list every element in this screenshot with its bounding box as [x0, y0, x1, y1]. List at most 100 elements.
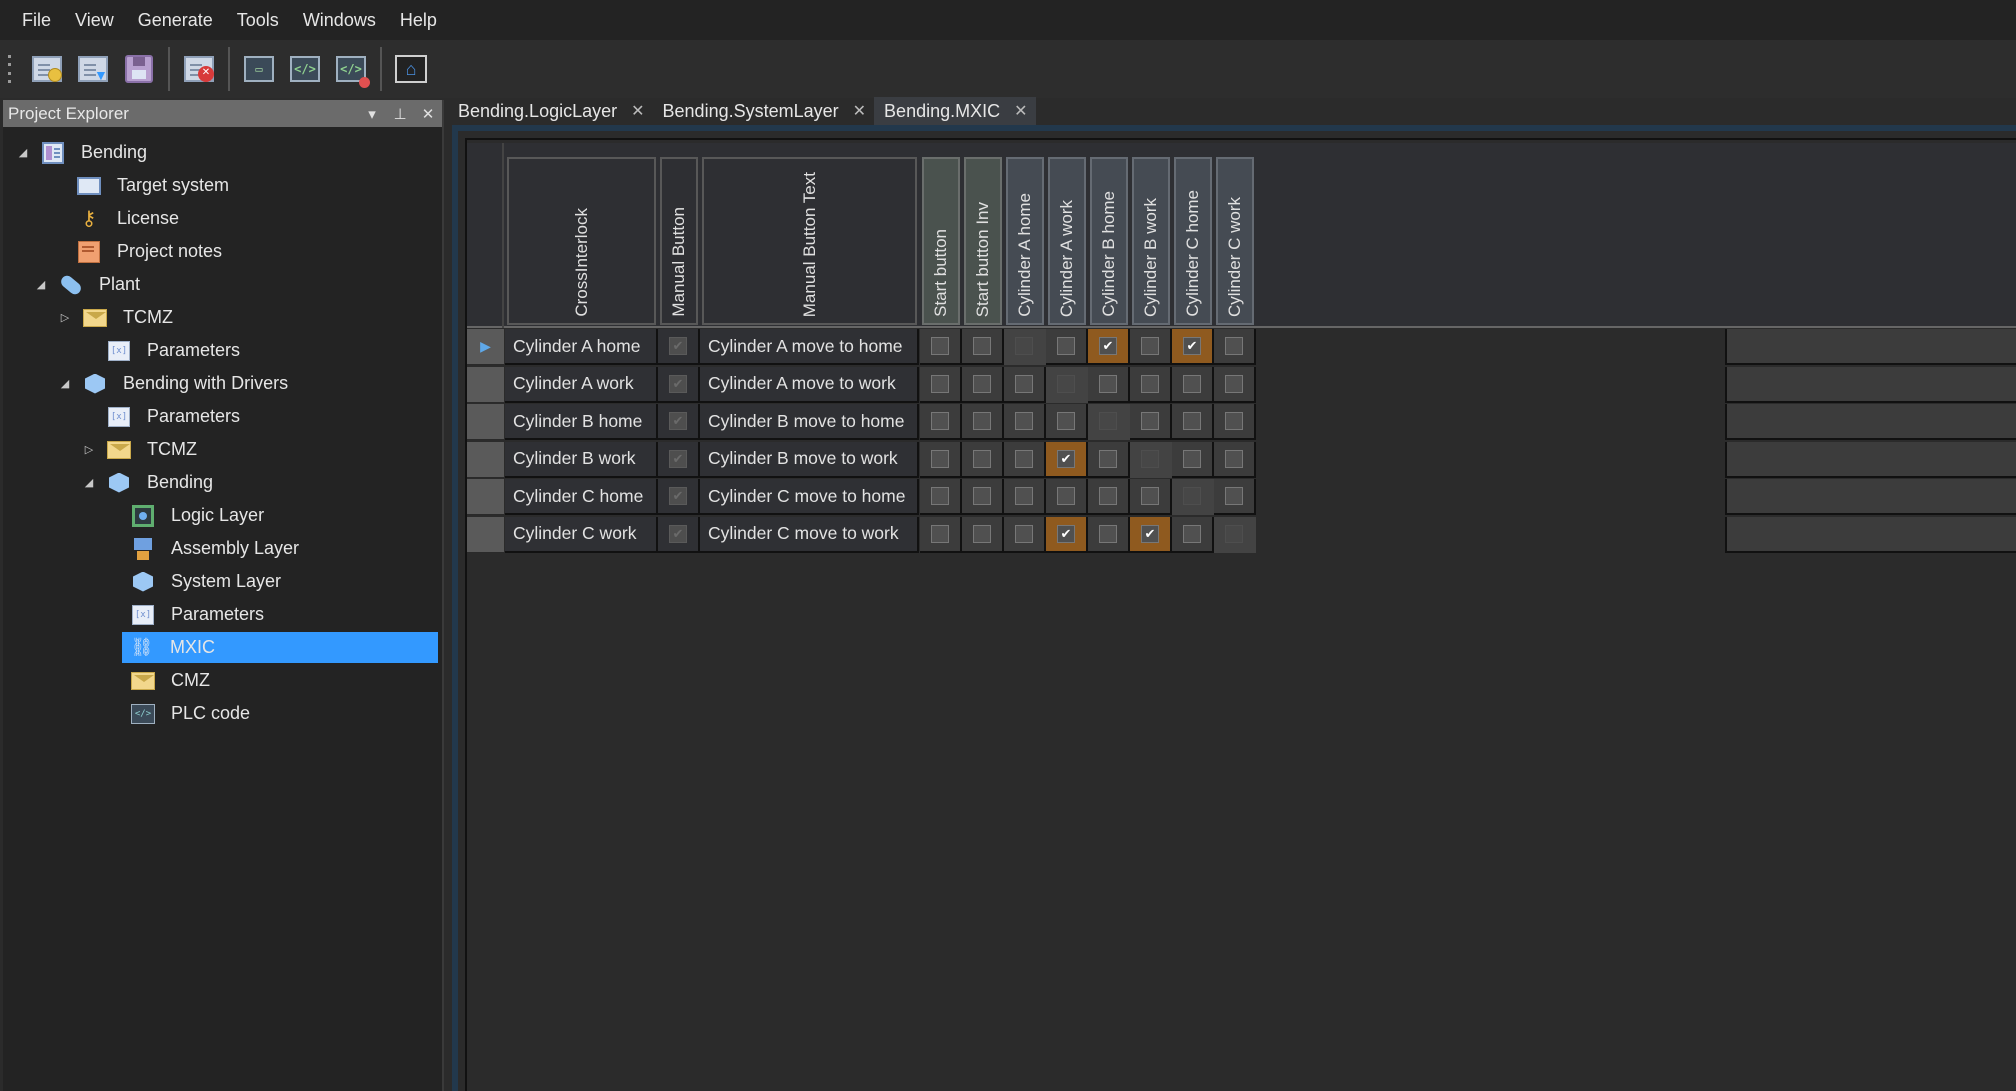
close-tab-icon[interactable]: ✕: [631, 101, 644, 121]
menu-help[interactable]: Help: [388, 0, 449, 40]
interlock-checkbox[interactable]: [973, 487, 991, 505]
interlock-cell[interactable]: [1004, 366, 1046, 403]
manual-button-checkbox[interactable]: ✔: [669, 449, 687, 468]
interlock-cell[interactable]: [962, 441, 1004, 478]
interlock-cell[interactable]: [962, 329, 1004, 365]
row-selector[interactable]: [467, 479, 504, 515]
manual-button-cell[interactable]: ✔: [658, 479, 700, 515]
tree-item-project-notes[interactable]: Project notes: [51, 236, 222, 267]
menu-file[interactable]: File: [10, 0, 63, 40]
interlock-checkbox[interactable]: [1225, 337, 1243, 355]
manual-button-checkbox[interactable]: ✔: [669, 412, 687, 430]
tree-item-parameters[interactable]: [x] Parameters: [81, 401, 240, 432]
interlock-cell[interactable]: [1088, 441, 1130, 478]
row-selector[interactable]: [467, 366, 504, 403]
collapse-arrow-icon[interactable]: ◢: [57, 377, 73, 390]
manual-button-text-cell[interactable]: Cylinder C move to home: [700, 479, 919, 515]
tree-item-plc-code[interactable]: </> PLC code: [105, 698, 250, 729]
manual-button-checkbox[interactable]: ✔: [669, 487, 687, 505]
row-selector[interactable]: ▶: [467, 329, 504, 365]
interlock-cell[interactable]: [1172, 404, 1214, 440]
interlock-cell[interactable]: [920, 329, 962, 365]
interlock-checkbox[interactable]: [1141, 487, 1159, 505]
interlock-checkbox[interactable]: [1225, 374, 1243, 393]
close-tab-icon[interactable]: ✕: [853, 101, 866, 121]
crossinterlock-cell[interactable]: Cylinder C home: [505, 479, 658, 515]
tree-item-bending-with-drivers[interactable]: ◢ Bending with Drivers: [57, 368, 288, 399]
interlock-checkbox[interactable]: [1141, 374, 1159, 393]
interlock-checkbox[interactable]: [931, 524, 949, 543]
crossinterlock-cell[interactable]: Cylinder C work: [505, 516, 658, 553]
interlock-cell[interactable]: [920, 441, 962, 478]
interlock-cell[interactable]: [962, 516, 1004, 553]
interlock-checkbox[interactable]: [973, 374, 991, 393]
home-button[interactable]: ⌂: [394, 52, 428, 86]
interlock-checkbox[interactable]: [973, 412, 991, 430]
tree-item-parameters[interactable]: [x] Parameters: [81, 335, 240, 366]
column-header-cylinder-c-home[interactable]: Cylinder C home: [1174, 157, 1212, 325]
interlock-cell[interactable]: ✔: [1130, 516, 1172, 553]
interlock-checkbox[interactable]: [973, 449, 991, 468]
tree-item-logic-layer[interactable]: Logic Layer: [105, 500, 264, 531]
expand-arrow-icon[interactable]: ▷: [81, 443, 97, 456]
interlock-checkbox[interactable]: [1183, 412, 1201, 430]
column-header-cylinder-b-home[interactable]: Cylinder B home: [1090, 157, 1128, 325]
interlock-checkbox[interactable]: [931, 487, 949, 505]
tab-bending-mxic[interactable]: Bending.MXIC ✕: [874, 97, 1036, 125]
interlock-checkbox[interactable]: [1015, 487, 1033, 505]
interlock-cell[interactable]: ✔: [1046, 441, 1088, 478]
interlock-cell[interactable]: [920, 479, 962, 515]
column-header-start-button[interactable]: Start button: [922, 157, 960, 325]
tree-item-license[interactable]: ⚷ License: [51, 203, 179, 234]
manual-button-text-cell[interactable]: Cylinder B move to work: [700, 441, 919, 478]
menu-view[interactable]: View: [63, 0, 126, 40]
interlock-cell[interactable]: [962, 366, 1004, 403]
row-selector[interactable]: [467, 516, 504, 553]
collapse-arrow-icon[interactable]: ◢: [33, 278, 49, 291]
crossinterlock-cell[interactable]: Cylinder A home: [505, 329, 658, 365]
interlock-cell[interactable]: [1088, 479, 1130, 515]
collapse-arrow-icon[interactable]: ◢: [81, 476, 97, 489]
interlock-checkbox[interactable]: [1099, 449, 1117, 468]
expand-arrow-icon[interactable]: ▷: [57, 311, 73, 324]
manual-button-checkbox[interactable]: ✔: [669, 374, 687, 393]
interlock-cell[interactable]: ✔: [1046, 516, 1088, 553]
interlock-cell[interactable]: [1214, 441, 1256, 478]
interlock-checkbox[interactable]: [1015, 524, 1033, 543]
manual-button-text-cell[interactable]: Cylinder A move to work: [700, 366, 919, 403]
remove-code-button[interactable]: </>: [334, 52, 370, 88]
manual-button-cell[interactable]: ✔: [658, 329, 700, 365]
interlock-checkbox[interactable]: [973, 337, 991, 355]
interlock-checkbox[interactable]: [1057, 487, 1075, 505]
interlock-checkbox[interactable]: [931, 337, 949, 355]
manual-button-text-cell[interactable]: Cylinder C move to work: [700, 516, 919, 553]
tree-item-tcmz[interactable]: ▷ TCMZ: [57, 302, 173, 333]
interlock-cell[interactable]: [1214, 329, 1256, 365]
interlock-checkbox[interactable]: ✔: [1099, 337, 1117, 355]
interlock-checkbox[interactable]: ✔: [1141, 524, 1159, 543]
tree-item-bending[interactable]: ◢ Bending: [15, 137, 147, 168]
tree-item-system-layer[interactable]: System Layer: [105, 566, 281, 597]
column-header-cylinder-a-work[interactable]: Cylinder A work: [1048, 157, 1086, 325]
interlock-cell[interactable]: [1046, 479, 1088, 515]
column-header-cylinder-a-home[interactable]: Cylinder A home: [1006, 157, 1044, 325]
interlock-cell[interactable]: [1004, 516, 1046, 553]
manual-button-checkbox[interactable]: ✔: [669, 524, 687, 543]
interlock-cell[interactable]: [1046, 404, 1088, 440]
interlock-checkbox[interactable]: [1015, 374, 1033, 393]
tree-item-cmz[interactable]: CMZ: [105, 665, 210, 696]
row-selector[interactable]: [467, 404, 504, 440]
tab-bending-systemlayer[interactable]: Bending.SystemLayer ✕: [653, 97, 875, 125]
grid-corner[interactable]: [467, 143, 504, 328]
interlock-checkbox[interactable]: [1141, 412, 1159, 430]
interlock-checkbox[interactable]: ✔: [1057, 449, 1075, 468]
close-tab-icon[interactable]: ✕: [1014, 101, 1027, 121]
manual-button-cell[interactable]: ✔: [658, 404, 700, 440]
open-project-button[interactable]: ▼: [76, 52, 110, 86]
crossinterlock-cell[interactable]: Cylinder B home: [505, 404, 658, 440]
interlock-cell[interactable]: [1130, 329, 1172, 365]
menu-windows[interactable]: Windows: [291, 0, 388, 40]
manual-button-text-cell[interactable]: Cylinder A move to home: [700, 329, 919, 365]
interlock-cell[interactable]: [1130, 479, 1172, 515]
manual-button-cell[interactable]: ✔: [658, 441, 700, 478]
